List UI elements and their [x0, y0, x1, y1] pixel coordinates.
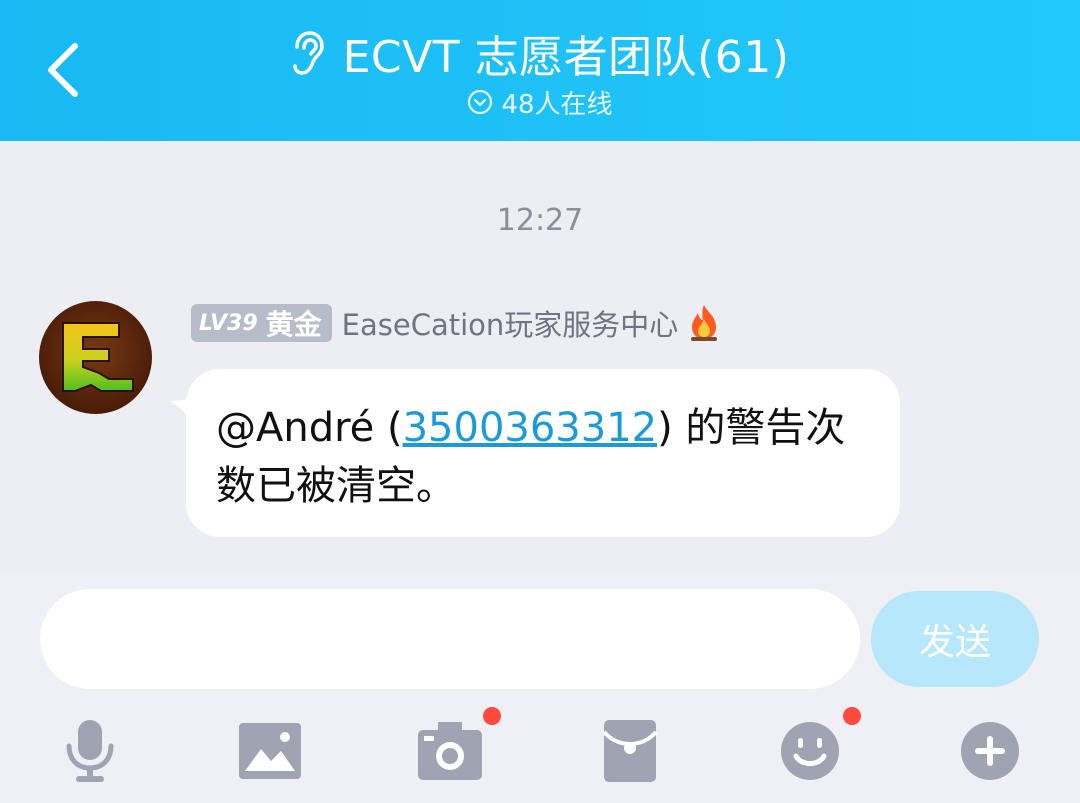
input-toolbar — [0, 701, 1080, 801]
online-count: 48人在线 — [501, 89, 613, 120]
red-packet-button[interactable] — [590, 711, 670, 791]
header-bar: ECVT 志愿者团队(61) 48人在线 — [0, 0, 1080, 141]
avatar[interactable] — [39, 301, 152, 414]
plus-icon — [961, 722, 1019, 780]
emoji-notification-dot — [843, 707, 861, 725]
image-icon — [239, 723, 301, 779]
level-label: LV39 — [199, 310, 258, 336]
online-status[interactable]: 48人在线 — [0, 84, 1080, 120]
message-text-prefix: @André ( — [216, 405, 403, 451]
send-button[interactable]: 发送 — [871, 591, 1039, 687]
message-input[interactable] — [40, 589, 860, 689]
qq-number-link[interactable]: 3500363312 — [403, 405, 658, 451]
camera-icon — [418, 722, 482, 780]
easecation-logo — [62, 322, 134, 392]
message-bubble[interactable]: @André (3500363312) 的警告次数已被清空。 — [186, 369, 900, 537]
emoji-button[interactable] — [770, 711, 850, 791]
chat-screen: ECVT 志愿者团队(61) 48人在线 12:27 LV39 黄金 EaseC… — [0, 0, 1080, 803]
fire-icon — [691, 305, 718, 341]
emoji-icon — [781, 722, 839, 780]
microphone-icon — [66, 720, 114, 782]
camera-button[interactable] — [410, 711, 490, 791]
group-title: ECVT 志愿者团队(61) — [342, 32, 790, 83]
input-bar: 发送 — [0, 571, 1080, 803]
message-timestamp: 12:27 — [496, 203, 584, 238]
red-packet-icon — [602, 720, 658, 782]
ear-icon — [292, 31, 324, 75]
message-list[interactable]: 12:27 LV39 黄金 EaseCation玩家服务中心 @André (3… — [0, 141, 1080, 571]
camera-notification-dot — [483, 707, 501, 725]
chevron-down-circle-icon — [468, 89, 493, 115]
image-button[interactable] — [230, 711, 310, 791]
voice-button[interactable] — [50, 711, 130, 791]
more-button[interactable] — [950, 711, 1030, 791]
tier-label: 黄金 — [265, 308, 322, 341]
sender-name[interactable]: EaseCation玩家服务中心 — [342, 302, 679, 344]
sender-info: LV39 黄金 EaseCation玩家服务中心 — [191, 303, 722, 343]
level-badge: LV39 黄金 — [191, 304, 332, 342]
title-row[interactable]: ECVT 志愿者团队(61) — [0, 22, 1080, 84]
